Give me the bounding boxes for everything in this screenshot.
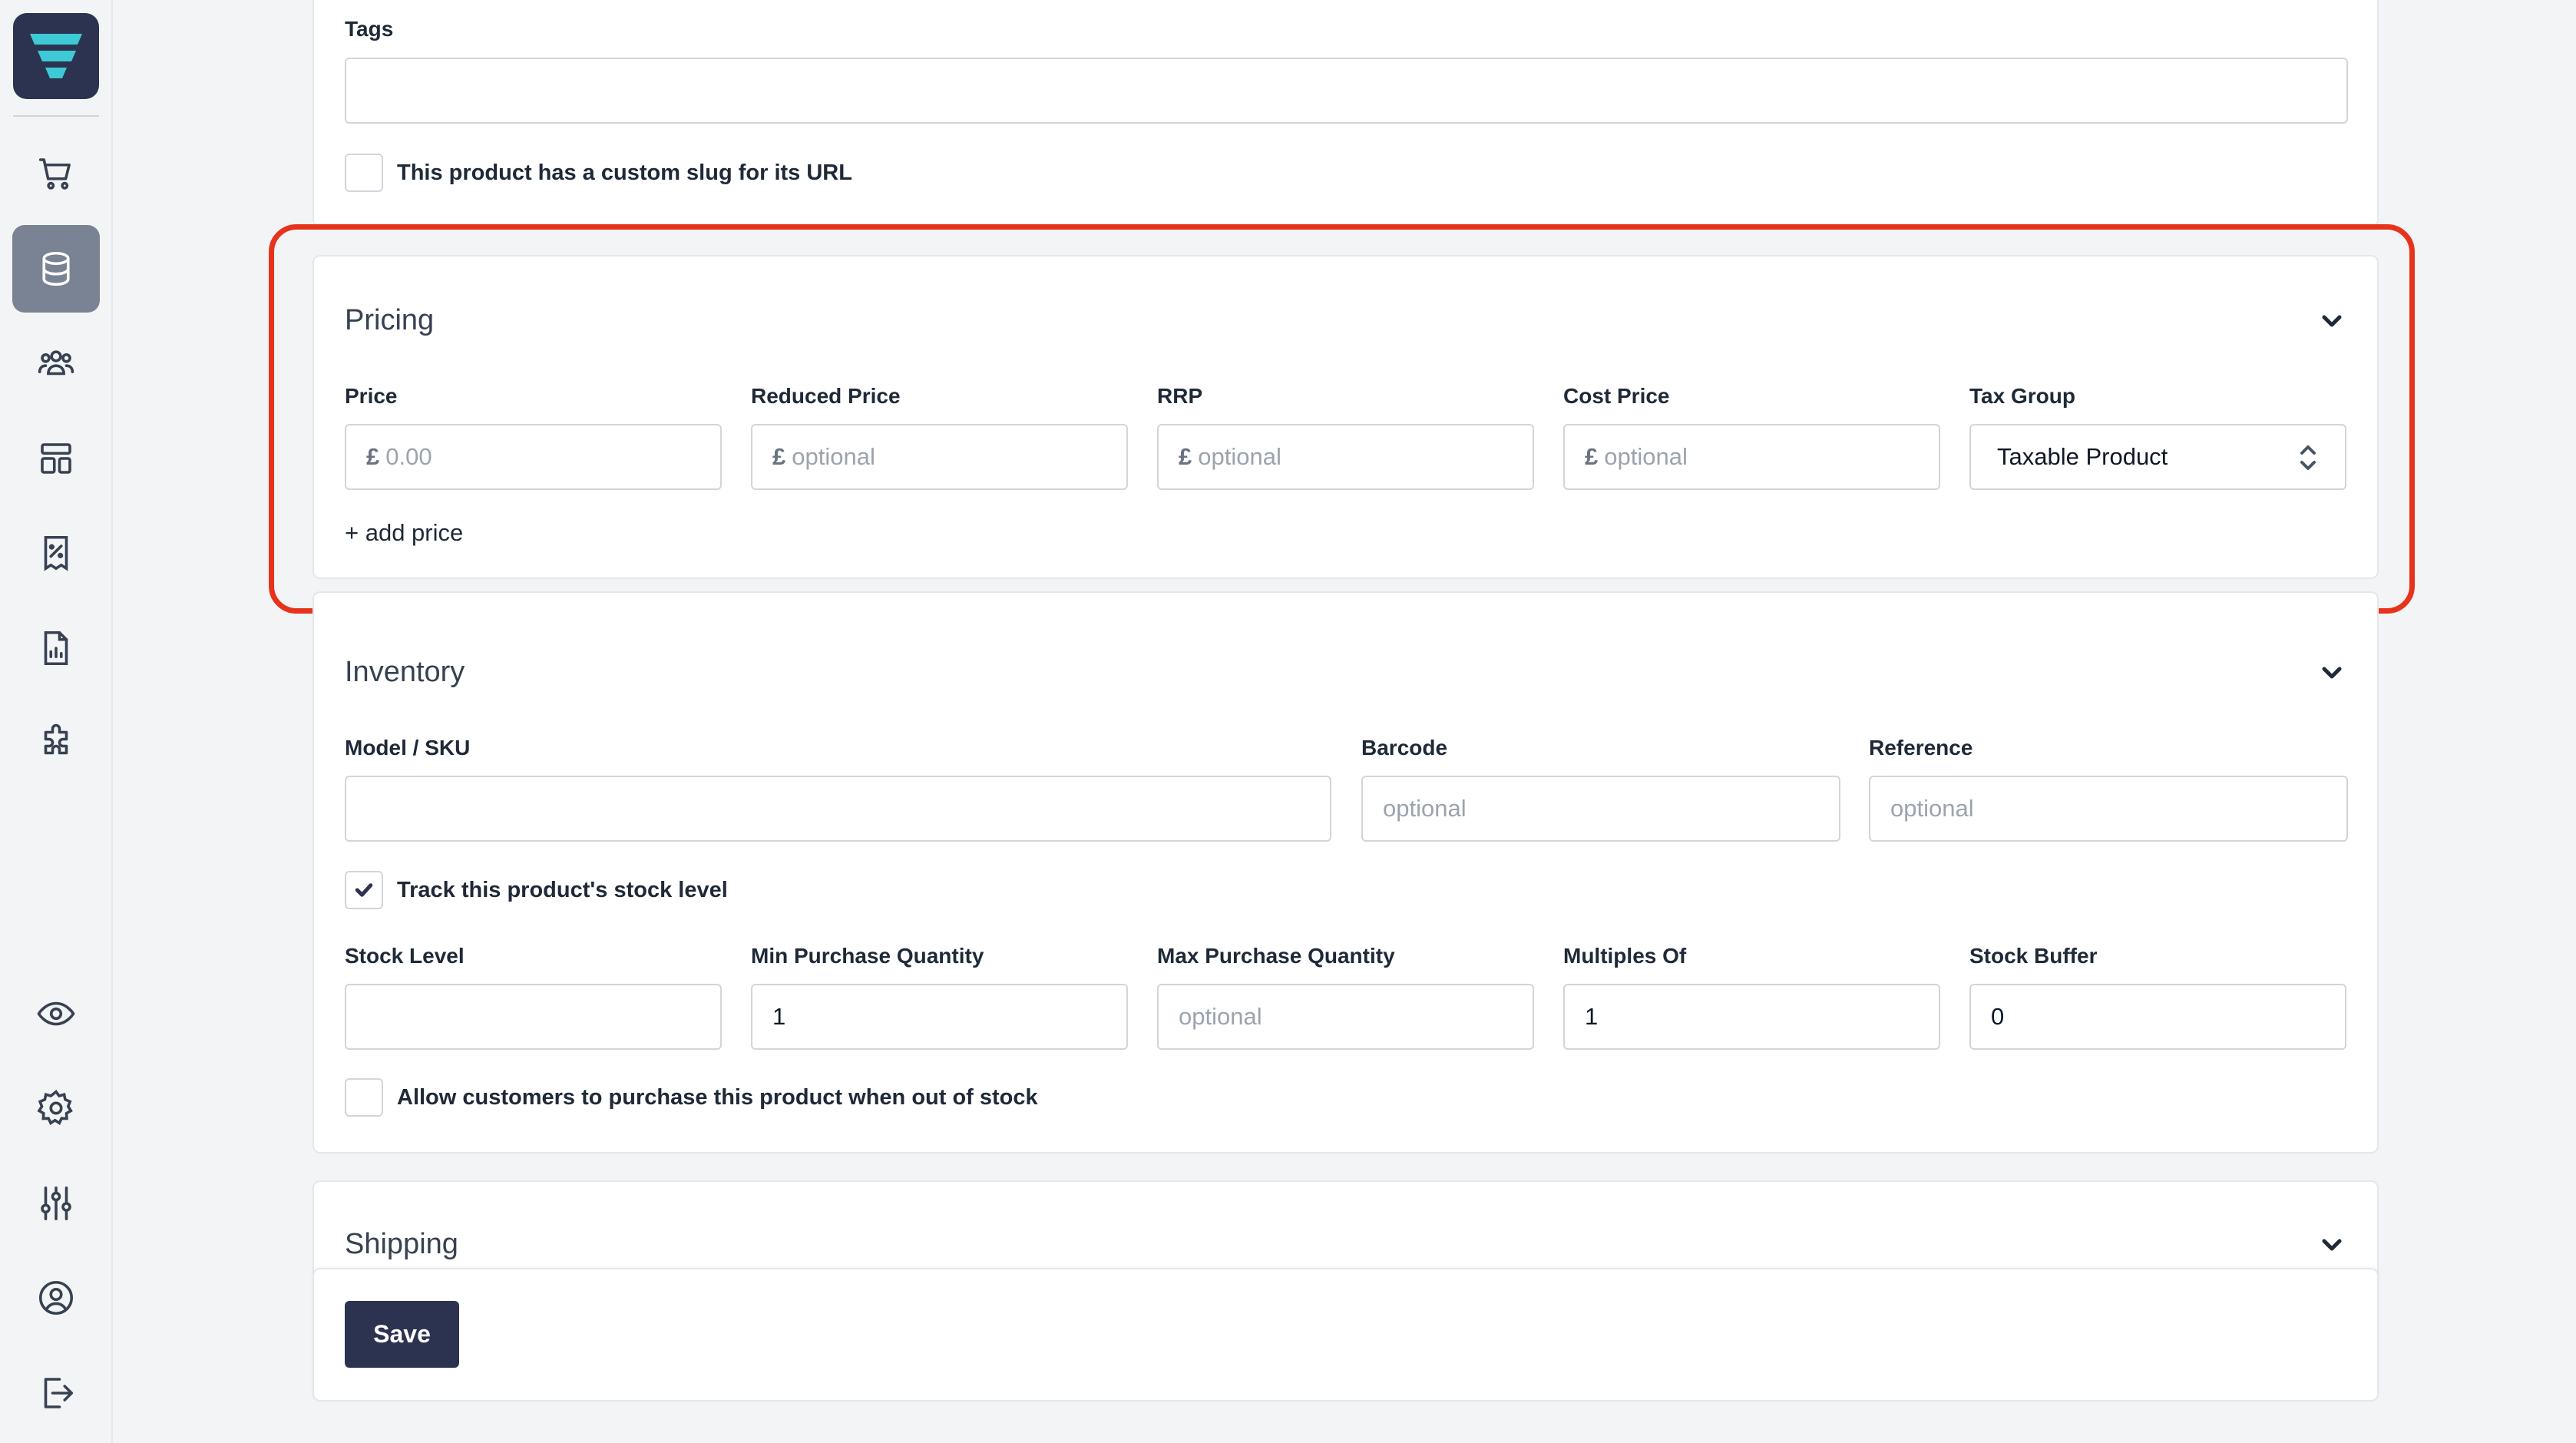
pricing-highlight-annotation bbox=[269, 224, 2415, 614]
sku-label: Model / SKU bbox=[345, 736, 471, 760]
nav-orders[interactable] bbox=[12, 130, 100, 217]
reference-input[interactable]: optional bbox=[1869, 776, 2348, 842]
inventory-title: Inventory bbox=[345, 656, 465, 688]
barcode-input[interactable]: optional bbox=[1361, 776, 1840, 842]
nav-settings[interactable] bbox=[12, 1064, 100, 1152]
eye-icon bbox=[37, 1001, 75, 1026]
user-circle-icon bbox=[38, 1280, 74, 1316]
logout-icon bbox=[44, 1378, 74, 1408]
stock-buffer-label: Stock Buffer bbox=[1969, 944, 2098, 968]
nav-logout[interactable] bbox=[12, 1349, 100, 1437]
stock-buffer-input[interactable]: 0 bbox=[1969, 984, 2346, 1050]
puzzle-icon bbox=[44, 723, 68, 755]
tags-label: Tags bbox=[345, 17, 394, 41]
save-button[interactable]: Save bbox=[345, 1301, 459, 1368]
max-qty-input[interactable]: optional bbox=[1157, 984, 1534, 1050]
sliders-icon bbox=[41, 1186, 71, 1221]
max-qty-label: Max Purchase Quantity bbox=[1157, 944, 1395, 968]
stock-level-label: Stock Level bbox=[345, 944, 465, 968]
users-icon bbox=[38, 350, 74, 376]
backorder-checkbox[interactable] bbox=[345, 1078, 383, 1117]
barcode-label: Barcode bbox=[1361, 736, 1448, 760]
min-qty-input[interactable]: 1 bbox=[751, 984, 1128, 1050]
nav-reports[interactable] bbox=[12, 604, 100, 692]
nav-account[interactable] bbox=[12, 1254, 100, 1342]
nav-customers[interactable] bbox=[12, 319, 100, 407]
gear-icon bbox=[37, 1090, 73, 1125]
cart-icon bbox=[38, 158, 71, 190]
nav-plugins[interactable] bbox=[12, 699, 100, 786]
track-stock-label: Track this product's stock level bbox=[397, 878, 728, 902]
report-icon bbox=[44, 630, 68, 666]
nav-products[interactable] bbox=[12, 225, 100, 313]
nav-view-store[interactable] bbox=[12, 970, 100, 1057]
chevron-down-icon[interactable] bbox=[2316, 1230, 2347, 1260]
multiples-label: Multiples Of bbox=[1563, 944, 1687, 968]
stock-level-input[interactable] bbox=[345, 984, 722, 1050]
track-stock-checkbox[interactable] bbox=[345, 871, 383, 909]
sidebar-divider bbox=[13, 115, 99, 117]
nav-discounts[interactable] bbox=[12, 509, 100, 597]
inventory-section: Inventory Model / SKU Barcode optional R… bbox=[312, 591, 2379, 1153]
nav-content[interactable] bbox=[12, 415, 100, 502]
shipping-title: Shipping bbox=[345, 1228, 458, 1260]
custom-slug-label: This product has a custom slug for its U… bbox=[397, 161, 852, 185]
nav-preferences[interactable] bbox=[12, 1160, 100, 1247]
database-icon bbox=[42, 251, 70, 286]
multiples-input[interactable]: 1 bbox=[1563, 984, 1940, 1050]
tags-input[interactable] bbox=[345, 58, 2348, 124]
general-section: Tags This product has a custom slug for … bbox=[312, 0, 2379, 227]
layout-icon bbox=[41, 443, 71, 474]
chevron-down-icon[interactable] bbox=[2316, 657, 2347, 688]
custom-slug-checkbox[interactable] bbox=[345, 154, 383, 192]
checkmark-icon bbox=[355, 883, 373, 897]
save-footer bbox=[312, 1268, 2379, 1402]
backorder-label: Allow customers to purchase this product… bbox=[397, 1085, 1038, 1110]
sidebar bbox=[0, 0, 113, 1443]
reference-label: Reference bbox=[1869, 736, 1973, 760]
min-qty-label: Min Purchase Quantity bbox=[751, 944, 984, 968]
logo-icon[interactable] bbox=[13, 13, 99, 99]
sku-input[interactable] bbox=[345, 776, 1331, 842]
receipt-icon bbox=[44, 535, 68, 571]
